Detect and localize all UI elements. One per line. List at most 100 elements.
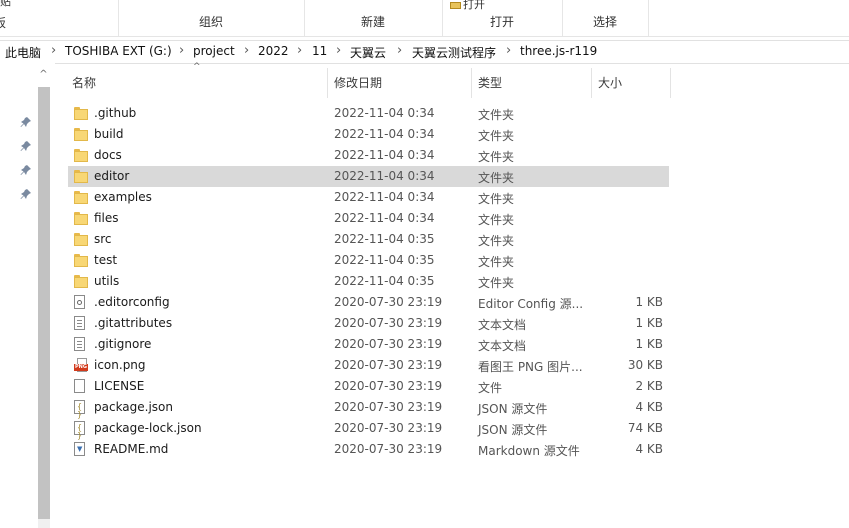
column-header-type[interactable]: 类型 <box>478 68 502 98</box>
breadcrumb-separator[interactable]: › <box>244 43 249 58</box>
pin-icon[interactable] <box>20 140 32 152</box>
file-name: build <box>94 127 124 141</box>
table-row[interactable]: LICENSE 2020-07-30 23:19 文件 2 KB <box>68 376 669 397</box>
table-row[interactable]: .gitignore 2020-07-30 23:19 文本文档 1 KB <box>68 334 669 355</box>
table-row[interactable]: PNG icon.png 2020-07-30 23:19 看图王 PNG 图片...… <box>68 355 669 376</box>
folder-icon <box>74 106 90 121</box>
column-resize-handle[interactable] <box>471 68 472 98</box>
file-type: 看图王 PNG 图片... <box>478 360 583 374</box>
breadcrumb-separator[interactable]: › <box>336 43 341 58</box>
table-row[interactable]: files 2022-11-04 0:34 文件夹 <box>68 208 669 229</box>
open-icon <box>450 1 461 9</box>
scrollbar-thumb[interactable] <box>38 87 50 519</box>
blank-file-icon <box>74 379 90 394</box>
column-header-size[interactable]: 大小 <box>598 68 622 98</box>
file-name: package-lock.json <box>94 421 202 435</box>
column-resize-handle[interactable] <box>670 68 671 98</box>
scroll-up-arrow[interactable]: ^ <box>36 69 51 83</box>
file-type: 文件夹 <box>478 276 515 290</box>
file-name: editor <box>94 169 130 183</box>
breadcrumb-separator[interactable]: › <box>179 43 184 58</box>
table-row[interactable]: build 2022-11-04 0:34 文件夹 <box>68 124 669 145</box>
ribbon-open-button[interactable]: 打开 <box>450 0 485 12</box>
ribbon-group-new[interactable]: 新建 <box>304 0 443 36</box>
file-type: 文本文档 <box>478 339 527 353</box>
column-header-modified[interactable]: 修改日期 <box>334 68 382 98</box>
table-row[interactable]: src 2022-11-04 0:35 文件夹 <box>68 229 669 250</box>
file-modified-date: 2022-11-04 0:34 <box>334 169 435 183</box>
breadcrumb-project[interactable]: project <box>193 44 235 58</box>
navigation-pane: ^ <box>0 63 55 528</box>
file-name: LICENSE <box>94 379 145 393</box>
file-modified-date: 2020-07-30 23:19 <box>334 337 443 351</box>
column-header: 名称 修改日期 类型 大小 <box>66 68 686 98</box>
file-modified-date: 2022-11-04 0:35 <box>334 253 435 267</box>
file-modified-date: 2020-07-30 23:19 <box>334 316 443 330</box>
column-resize-handle[interactable] <box>327 68 328 98</box>
text-file-icon <box>74 337 90 352</box>
table-row[interactable]: .gitattributes 2020-07-30 23:19 文本文档 1 KB <box>68 313 669 334</box>
file-type: 文件夹 <box>478 171 515 185</box>
file-modified-date: 2022-11-04 0:35 <box>334 232 435 246</box>
breadcrumb-tianyiyun[interactable]: 天翼云 <box>350 44 386 61</box>
breadcrumb-2022[interactable]: 2022 <box>258 44 289 58</box>
pin-icon[interactable] <box>20 164 32 176</box>
ribbon-group-open[interactable]: 打开 打开 <box>442 0 563 36</box>
breadcrumb-test-program[interactable]: 天翼云测试程序 <box>412 44 496 61</box>
file-type: Editor Config 源... <box>478 297 584 311</box>
markdown-file-icon: ▼ <box>74 442 90 457</box>
ribbon-group-label: 新建 <box>360 15 385 29</box>
file-modified-date: 2020-07-30 23:19 <box>334 358 443 372</box>
breadcrumb-current-folder[interactable]: three.js-r119 <box>520 44 597 58</box>
table-row[interactable]: { } package.json 2020-07-30 23:19 JSON 源文件 4… <box>68 397 669 419</box>
breadcrumb-separator[interactable]: › <box>51 43 56 58</box>
breadcrumb-11[interactable]: 11 <box>312 44 327 58</box>
table-row[interactable]: { } package-lock.json 2020-07-30 23:19 JSON… <box>68 418 669 440</box>
file-modified-date: 2020-07-30 23:19 <box>334 442 443 456</box>
address-bar[interactable]: 此电脑 › TOSHIBA EXT (G:) › project › 2022 … <box>0 40 849 64</box>
file-size: 4 KB <box>635 442 663 456</box>
file-name: files <box>94 211 119 225</box>
file-type: 文件夹 <box>478 192 515 206</box>
breadcrumb-this-pc[interactable]: 此电脑 <box>5 44 41 61</box>
file-name: utils <box>94 274 120 288</box>
file-name: .gitignore <box>94 337 152 351</box>
ribbon-group-label: 组织 <box>198 15 223 29</box>
file-modified-date: 2022-11-04 0:34 <box>334 211 435 225</box>
file-modified-date: 2022-11-04 0:34 <box>334 190 435 204</box>
breadcrumb-separator[interactable]: › <box>297 43 302 58</box>
table-row[interactable]: .github 2022-11-04 0:34 文件夹 <box>68 103 669 124</box>
table-row[interactable]: ▼ README.md 2020-07-30 23:19 Markdown 源文件 4 … <box>68 439 669 460</box>
ribbon-group-select[interactable]: 选择 <box>562 0 649 36</box>
file-type: JSON 源文件 <box>478 423 548 437</box>
file-size: 1 KB <box>635 316 663 330</box>
column-header-name[interactable]: 名称 <box>72 68 96 98</box>
file-size: 1 KB <box>635 337 663 351</box>
file-type: 文本文档 <box>478 318 527 332</box>
table-row[interactable]: test 2022-11-04 0:35 文件夹 <box>68 250 669 271</box>
png-file-icon: PNG <box>74 358 90 373</box>
breadcrumb-drive[interactable]: TOSHIBA EXT (G:) <box>65 44 172 58</box>
breadcrumb-separator[interactable]: › <box>506 43 511 58</box>
file-modified-date: 2020-07-30 23:19 <box>334 379 443 393</box>
table-row[interactable]: editor 2022-11-04 0:34 文件夹 <box>68 166 669 187</box>
pin-icon[interactable] <box>20 188 32 200</box>
breadcrumb-separator[interactable]: › <box>397 43 402 58</box>
table-row[interactable]: utils 2022-11-04 0:35 文件夹 <box>68 271 669 292</box>
pin-icon[interactable] <box>20 116 32 128</box>
column-resize-handle[interactable] <box>591 68 592 98</box>
file-type: 文件夹 <box>478 213 515 227</box>
table-row[interactable]: docs 2022-11-04 0:34 文件夹 <box>68 145 669 166</box>
folder-icon <box>74 127 90 142</box>
file-type: JSON 源文件 <box>478 402 548 416</box>
table-row[interactable]: .editorconfig 2020-07-30 23:19 Editor Conf… <box>68 292 669 313</box>
file-modified-date: 2022-11-04 0:35 <box>334 274 435 288</box>
table-row[interactable]: examples 2022-11-04 0:34 文件夹 <box>68 187 669 208</box>
ribbon-group-label: 打开 <box>489 15 514 29</box>
folder-icon <box>74 169 90 184</box>
ribbon-group-clipboard: 贴 板 <box>0 0 119 36</box>
file-name: src <box>94 232 112 246</box>
ribbon-group-organize[interactable]: 组织 <box>118 0 305 36</box>
file-modified-date: 2022-11-04 0:34 <box>334 106 435 120</box>
file-type: 文件夹 <box>478 150 515 164</box>
